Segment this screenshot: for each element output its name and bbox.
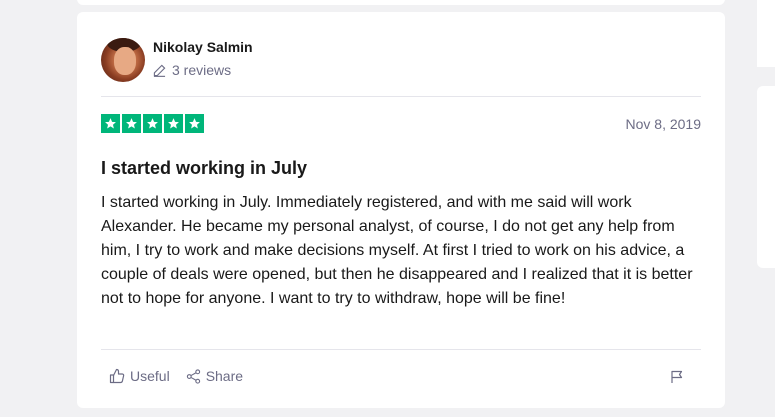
- star-icon: [185, 114, 204, 133]
- reviews-count: 3 reviews: [153, 62, 231, 78]
- useful-label: Useful: [130, 368, 170, 384]
- share-label: Share: [205, 368, 244, 384]
- star-icon: [143, 114, 162, 133]
- share-button[interactable]: Share: [186, 368, 243, 384]
- reviews-count-label: 3 reviews: [172, 62, 232, 78]
- side-panel-top: [757, 0, 775, 67]
- star-icon: [101, 114, 120, 133]
- footer-divider: [101, 349, 701, 350]
- star-rating: [101, 114, 204, 133]
- previous-review-card: [77, 0, 725, 5]
- useful-button[interactable]: Useful: [109, 368, 170, 384]
- thumbs-up-icon: [109, 368, 125, 384]
- review-body: I started working in July. Immediately r…: [101, 194, 693, 307]
- review-card: Nikolay Salmin 3 reviews Nov 8, 2019 I s…: [77, 12, 725, 408]
- star-icon: [164, 114, 183, 133]
- star-icon: [122, 114, 141, 133]
- avatar-face: [114, 47, 136, 75]
- review-title[interactable]: I started working in July: [101, 158, 307, 179]
- pencil-icon: [153, 64, 166, 77]
- avatar[interactable]: [101, 38, 145, 82]
- reviewer-name[interactable]: Nikolay Salmin: [153, 39, 253, 55]
- flag-icon: [671, 370, 683, 383]
- review-date: Nov 8, 2019: [625, 116, 702, 132]
- review-actions: Useful Share: [109, 368, 243, 384]
- report-flag-button[interactable]: [670, 370, 684, 389]
- share-icon: [186, 368, 200, 384]
- header-divider: [101, 96, 701, 97]
- side-panel: [757, 86, 775, 268]
